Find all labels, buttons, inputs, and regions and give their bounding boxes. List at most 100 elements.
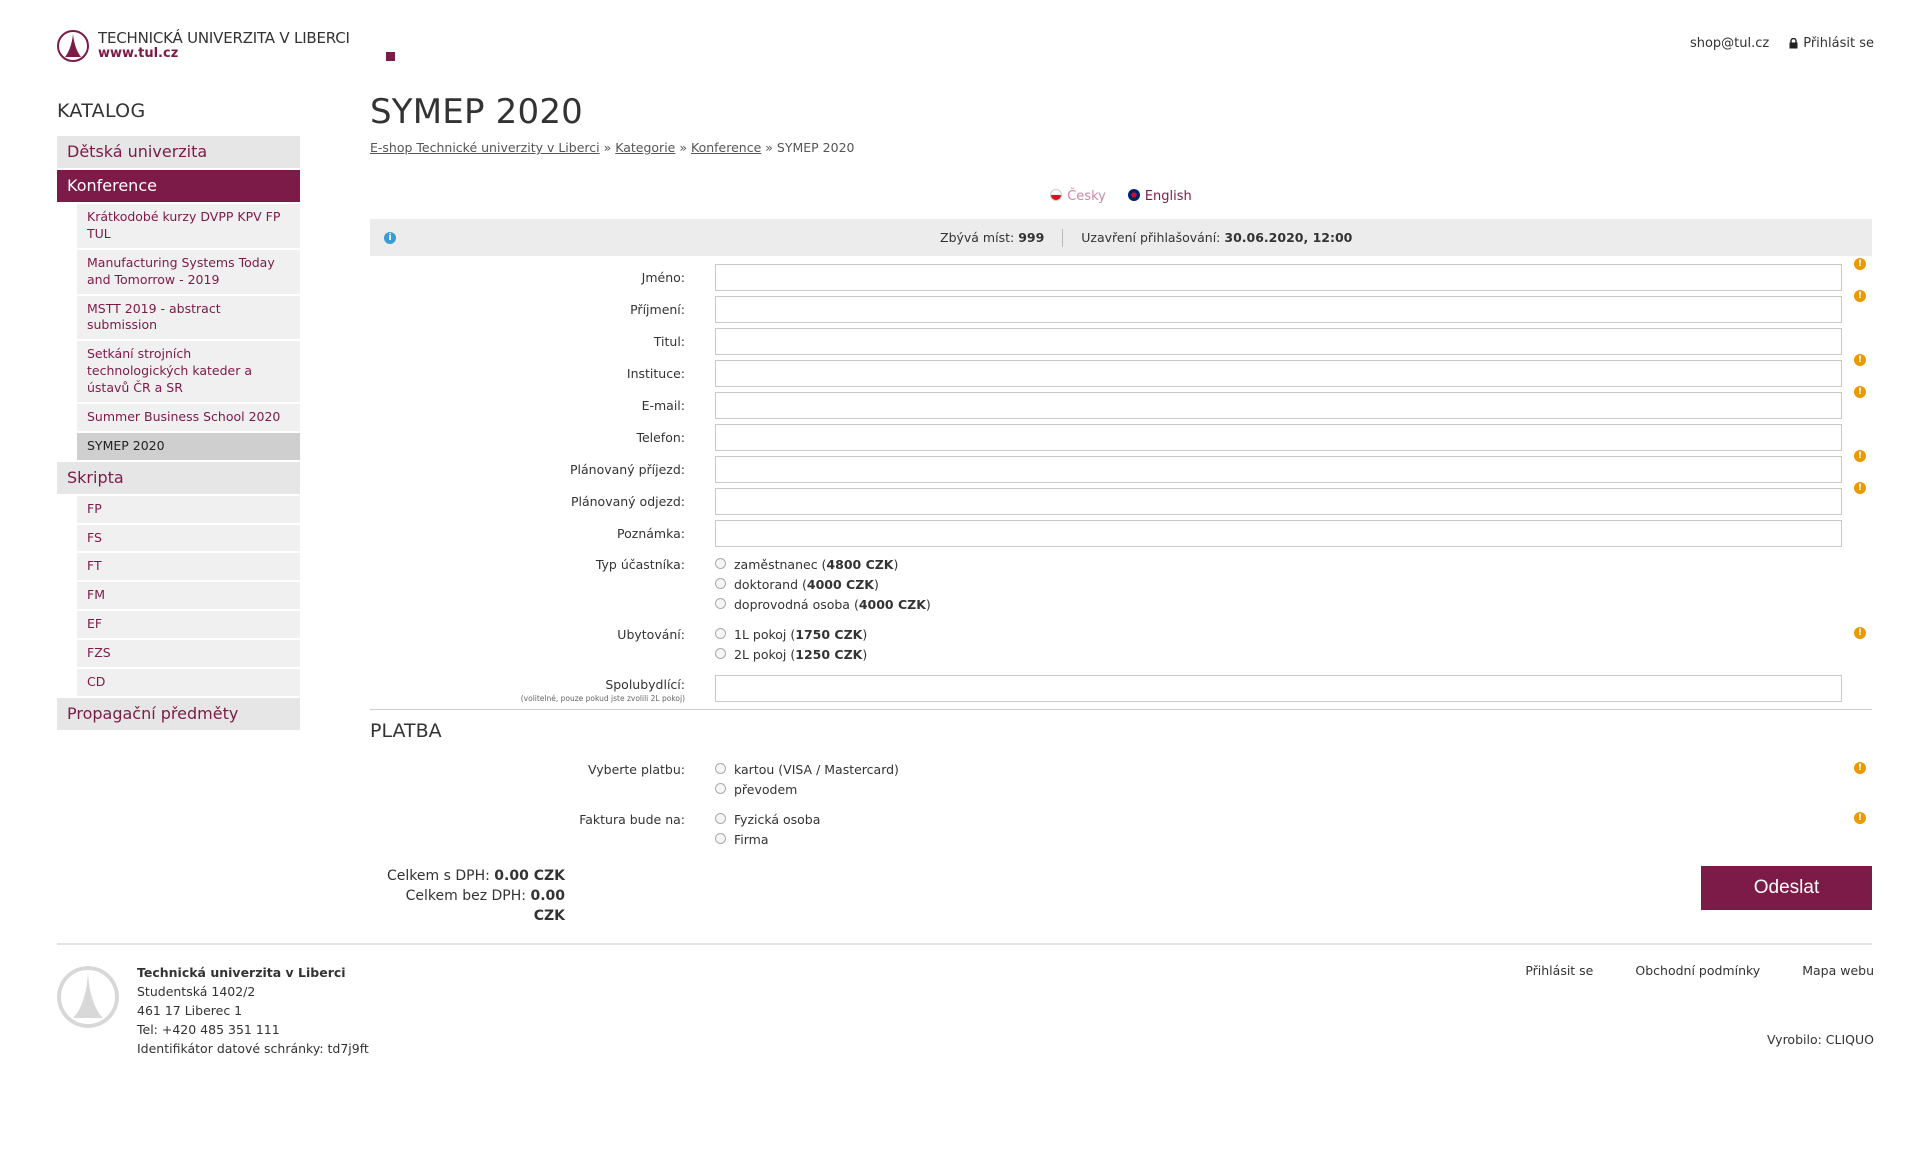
invoice-option[interactable]: Fyzická osoba bbox=[715, 810, 820, 830]
sidebar-item-konference[interactable]: Konference bbox=[57, 170, 300, 202]
logo-name: TECHNICKÁ UNIVERZITA V LIBERCI bbox=[98, 29, 350, 47]
footer-made-by[interactable]: Vyrobilo: CLIQUO bbox=[1767, 1032, 1874, 1047]
info-separator bbox=[1062, 228, 1064, 247]
first-name-input[interactable] bbox=[715, 264, 1842, 291]
title-input[interactable] bbox=[715, 328, 1842, 355]
field-row-note: Poznámka: bbox=[370, 520, 1872, 547]
last-name-input[interactable] bbox=[715, 296, 1842, 323]
radio-button[interactable] bbox=[715, 782, 726, 794]
sidebar-subitem[interactable]: Manufacturing Systems Today and Tomorrow… bbox=[77, 249, 300, 294]
footer-street: Studentská 1402/2 bbox=[137, 984, 256, 999]
last-name-label: Příjmení: bbox=[630, 302, 685, 317]
payment-section-title: PLATBA bbox=[370, 720, 442, 742]
accommodation-options: 1L pokoj (1750 CZK) 2L pokoj (1250 CZK) bbox=[715, 625, 867, 665]
submit-button[interactable]: Odeslat bbox=[1701, 866, 1872, 910]
radio-button[interactable] bbox=[715, 577, 726, 589]
option-price: 4000 CZK bbox=[806, 577, 874, 592]
sidebar-subitem[interactable]: Summer Business School 2020 bbox=[77, 403, 300, 431]
sidebar-subitem[interactable]: FZS bbox=[77, 640, 300, 667]
participant-type-label: Typ účastníka: bbox=[595, 557, 685, 572]
option-paren: ) bbox=[925, 597, 931, 612]
language-czech[interactable]: Česky bbox=[1050, 189, 1106, 204]
radio-button[interactable] bbox=[715, 627, 726, 639]
sidebar-subitem[interactable]: EF bbox=[77, 611, 300, 638]
radio-button[interactable] bbox=[715, 647, 726, 659]
total-with-vat-value: 0.00 CZK bbox=[494, 868, 565, 884]
participant-type-option[interactable]: zaměstnanec (4800 CZK) bbox=[715, 555, 931, 575]
radio-button[interactable] bbox=[715, 832, 726, 844]
note-input[interactable] bbox=[715, 520, 1842, 547]
title-label: Titul: bbox=[653, 334, 685, 349]
breadcrumb-link[interactable]: E-shop Technické univerzity v Liberci bbox=[370, 140, 600, 155]
sidebar-subitem[interactable]: FT bbox=[77, 553, 300, 581]
language-czech-label: Česky bbox=[1067, 189, 1106, 204]
institution-label: Instituce: bbox=[626, 366, 685, 381]
arrival-input[interactable] bbox=[715, 456, 1842, 483]
sidebar-subitem[interactable]: CD bbox=[77, 668, 300, 696]
option-paren: ) bbox=[893, 557, 899, 572]
sidebar-subitem-active[interactable]: SYMEP 2020 bbox=[77, 432, 300, 460]
radio-button[interactable] bbox=[715, 812, 726, 824]
accommodation-option[interactable]: 1L pokoj (1750 CZK) bbox=[715, 625, 867, 645]
payment-option[interactable]: kartou (VISA / Mastercard) bbox=[715, 760, 899, 780]
radio-button[interactable] bbox=[715, 597, 726, 609]
footer-city: 461 17 Liberec 1 bbox=[137, 1003, 243, 1018]
email-input[interactable] bbox=[715, 392, 1842, 419]
places-label: Zbývá míst: bbox=[940, 230, 1015, 245]
university-logo[interactable]: TECHNICKÁ UNIVERZITA V LIBERCI www.tul.c… bbox=[57, 29, 395, 62]
payment-option[interactable]: převodem bbox=[715, 780, 899, 800]
required-warning-icon: ! bbox=[1854, 450, 1866, 462]
participant-type-option[interactable]: doktorand (4000 CZK) bbox=[715, 575, 931, 595]
language-english[interactable]: English bbox=[1127, 189, 1192, 204]
departure-input[interactable] bbox=[715, 488, 1842, 515]
sidebar-subitem[interactable]: FM bbox=[77, 582, 300, 610]
footer-link-terms[interactable]: Obchodní podmínky bbox=[1635, 963, 1760, 978]
sidebar-item-detska-univerzita[interactable]: Dětská univerzita bbox=[57, 136, 300, 168]
breadcrumb-link[interactable]: Konference bbox=[691, 140, 761, 155]
option-text: zaměstnanec ( bbox=[734, 557, 827, 572]
radio-button[interactable] bbox=[715, 762, 726, 774]
footer-link-sitemap[interactable]: Mapa webu bbox=[1802, 963, 1874, 978]
roommate-input[interactable] bbox=[715, 675, 1842, 702]
radio-button[interactable] bbox=[715, 557, 726, 569]
email-link[interactable]: shop@tul.cz bbox=[1690, 36, 1769, 51]
participant-type-option[interactable]: doprovodná osoba (4000 CZK) bbox=[715, 595, 931, 615]
login-link[interactable]: Přihlásit se bbox=[1789, 36, 1874, 51]
required-warning-icon: ! bbox=[1854, 762, 1866, 774]
tul-emblem-icon bbox=[57, 30, 89, 62]
roommate-row: Spolubydlící: (volitelné, pouze pokud js… bbox=[370, 675, 1872, 703]
total-without-vat: Celkem bez DPH: 0.00 CZK bbox=[370, 886, 565, 926]
option-text: doktorand ( bbox=[734, 577, 807, 592]
invoice-option[interactable]: Firma bbox=[715, 830, 820, 850]
total-without-vat-value: 0.00 CZK bbox=[530, 888, 565, 924]
sidebar-subitem[interactable]: FP bbox=[77, 495, 300, 523]
required-warning-icon: ! bbox=[1854, 354, 1866, 366]
footer-databox: Identifikátor datové schránky: td7j9ft bbox=[137, 1041, 369, 1056]
login-label: Přihlásit se bbox=[1803, 36, 1874, 51]
total-with-vat-label: Celkem s DPH: bbox=[387, 868, 490, 884]
sidebar-item-propagacni-predmety[interactable]: Propagační předměty bbox=[57, 697, 300, 730]
sidebar-subitem[interactable]: Krátkodobé kurzy DVPP KPV FP TUL bbox=[77, 204, 300, 248]
language-switcher: Česky English bbox=[370, 189, 1872, 204]
accommodation-option[interactable]: 2L pokoj (1250 CZK) bbox=[715, 645, 867, 665]
phone-input[interactable] bbox=[715, 424, 1842, 451]
option-text: 1L pokoj ( bbox=[734, 627, 796, 642]
breadcrumb-link[interactable]: Kategorie bbox=[615, 140, 675, 155]
sidebar-item-skripta[interactable]: Skripta bbox=[57, 461, 300, 494]
option-price: 1250 CZK bbox=[795, 647, 863, 662]
option-text: kartou (VISA / Mastercard) bbox=[734, 762, 899, 777]
footer-link-login[interactable]: Přihlásit se bbox=[1525, 963, 1593, 978]
institution-input[interactable] bbox=[715, 360, 1842, 387]
invoice-label: Faktura bude na: bbox=[579, 812, 685, 827]
sidebar-subitem[interactable]: Setkání strojních technologických katede… bbox=[77, 341, 300, 402]
footer-divider bbox=[57, 943, 1872, 945]
field-row-phone: Telefon: bbox=[370, 424, 1872, 451]
sidebar-subitem[interactable]: MSTT 2019 - abstract submission bbox=[77, 295, 300, 340]
page-title: SYMEP 2020 bbox=[370, 92, 584, 132]
note-label: Poznámka: bbox=[617, 526, 685, 541]
language-english-label: English bbox=[1144, 189, 1192, 204]
sidebar-subitem[interactable]: FS bbox=[77, 524, 300, 552]
uk-flag-icon bbox=[1127, 189, 1140, 201]
places-value: 999 bbox=[1018, 230, 1045, 245]
email-label: E-mail: bbox=[641, 398, 685, 413]
